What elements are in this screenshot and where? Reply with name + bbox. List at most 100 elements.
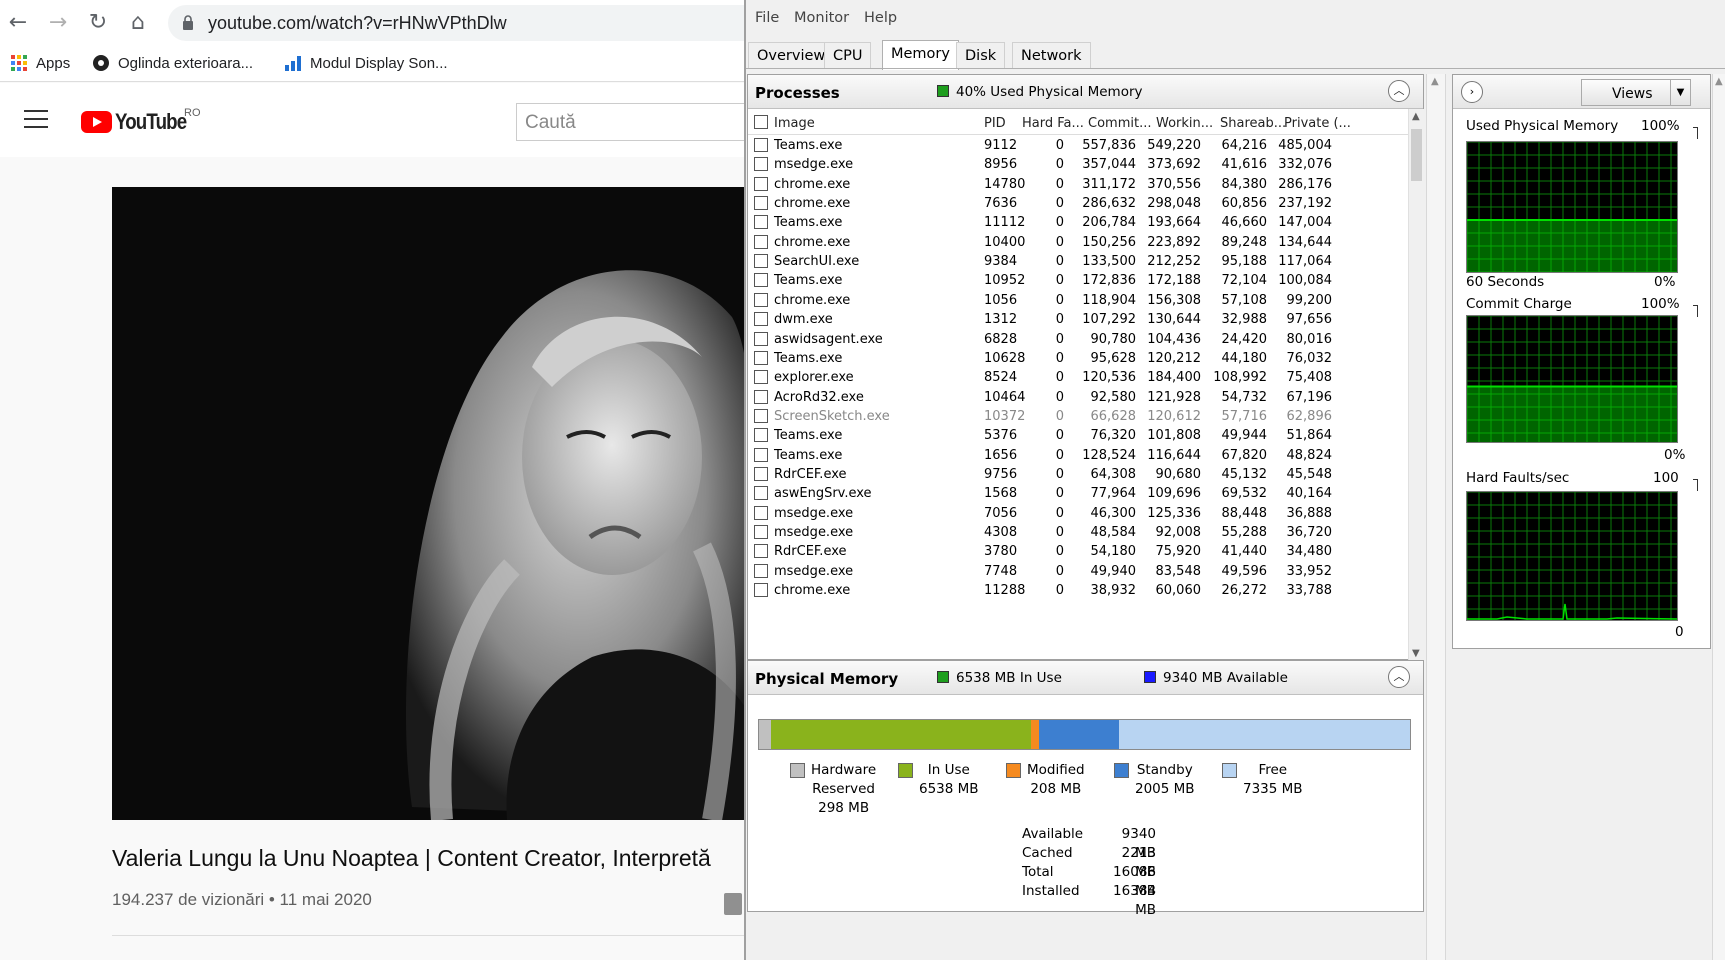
tab-cpu[interactable]: CPU xyxy=(824,42,872,68)
scroll-thumb[interactable] xyxy=(1411,129,1422,181)
table-row[interactable]: Teams.exe 1656 0 128,524 116,644 67,820 48,824 xyxy=(748,445,1408,466)
row-checkbox[interactable] xyxy=(754,486,768,501)
table-row[interactable]: chrome.exe 14780 0 311,172 370,556 84,380 286,… xyxy=(748,174,1408,195)
row-checkbox[interactable] xyxy=(754,254,768,269)
cell-working: 298,048 xyxy=(1147,196,1201,212)
tab-network[interactable]: Network xyxy=(1012,42,1091,68)
processes-scrollbar[interactable]: ▲ ▼ xyxy=(1408,109,1424,661)
row-checkbox[interactable] xyxy=(754,447,768,462)
row-checkbox[interactable] xyxy=(754,544,768,559)
search-input[interactable]: Caută xyxy=(516,103,745,141)
table-row[interactable]: chrome.exe 11288 0 38,932 60,060 26,272 33,788 xyxy=(748,580,1408,601)
table-row[interactable]: Teams.exe 10952 0 172,836 172,188 72,104 100,0… xyxy=(748,270,1408,291)
row-checkbox[interactable] xyxy=(754,583,768,598)
row-checkbox[interactable] xyxy=(754,273,768,288)
row-checkbox[interactable] xyxy=(754,525,768,539)
menu-file[interactable]: File xyxy=(755,10,779,26)
like-icon[interactable] xyxy=(724,893,742,915)
bookmark-oglinda[interactable]: Oglinda exterioara... xyxy=(92,54,253,72)
menu-monitor[interactable]: Monitor xyxy=(794,10,849,26)
column-header[interactable]: Workin... xyxy=(1156,116,1214,131)
row-checkbox[interactable] xyxy=(754,428,768,443)
table-row[interactable]: RdrCEF.exe 9756 0 64,308 90,680 45,132 45,548 xyxy=(748,464,1408,485)
expand-chevron-icon[interactable]: › xyxy=(1461,81,1483,103)
table-row[interactable]: explorer.exe 8524 0 120,536 184,400 108,992 75… xyxy=(748,367,1408,388)
column-header[interactable]: PID xyxy=(984,116,1006,131)
row-checkbox[interactable] xyxy=(754,408,768,423)
hamburger-menu-icon[interactable] xyxy=(24,110,48,128)
table-row[interactable]: chrome.exe 10400 0 150,256 223,892 89,248 134,… xyxy=(748,232,1408,253)
cell-share: 60,856 xyxy=(1221,196,1268,212)
processes-header[interactable]: Processes 40% Used Physical Memory ︿ xyxy=(748,75,1423,109)
table-row[interactable]: RdrCEF.exe 3780 0 54,180 75,920 41,440 34,480 xyxy=(748,541,1408,562)
table-row[interactable]: Teams.exe 5376 0 76,320 101,808 49,944 51,864 xyxy=(748,425,1408,446)
back-arrow-icon[interactable]: ← xyxy=(4,9,32,37)
table-row[interactable]: SearchUI.exe 9384 0 133,500 212,252 95,188 117… xyxy=(748,251,1408,272)
table-row[interactable]: dwm.exe 1312 0 107,292 130,644 32,988 97,656 xyxy=(748,309,1408,330)
cell-share: 88,448 xyxy=(1221,505,1268,521)
bookmark-apps[interactable]: Apps xyxy=(10,54,70,72)
cell-hf: 0 xyxy=(1055,563,1064,579)
row-checkbox[interactable] xyxy=(754,389,768,404)
column-header[interactable]: Commit... xyxy=(1088,116,1151,131)
table-row[interactable]: Teams.exe 11112 0 206,784 193,664 46,660 147,0… xyxy=(748,212,1408,233)
table-row[interactable]: aswidsagent.exe 6828 0 90,780 104,436 24,420 8… xyxy=(748,329,1408,350)
cell-private: 97,656 xyxy=(1286,312,1333,328)
tab-memory[interactable]: Memory xyxy=(882,40,959,70)
row-checkbox[interactable] xyxy=(754,215,768,230)
scroll-up-icon[interactable]: ▲ xyxy=(1715,76,1723,87)
address-bar[interactable]: youtube.com/watch?v=rHNwVPthDlw xyxy=(168,5,745,41)
window-scrollbar[interactable]: ▲ xyxy=(1712,74,1725,960)
row-checkbox[interactable] xyxy=(754,505,768,520)
table-row[interactable]: msedge.exe 7056 0 46,300 125,336 88,448 36,888 xyxy=(748,503,1408,524)
row-checkbox[interactable] xyxy=(754,176,768,191)
cell-private: 237,192 xyxy=(1278,196,1332,212)
collapse-chevron-icon[interactable]: ︿ xyxy=(1388,80,1410,102)
row-checkbox[interactable] xyxy=(754,370,768,385)
cell-image: RdrCEF.exe xyxy=(774,544,847,560)
row-checkbox[interactable] xyxy=(754,563,768,578)
reload-icon[interactable]: ↻ xyxy=(84,9,112,37)
row-checkbox[interactable] xyxy=(754,312,768,327)
youtube-logo[interactable]: YouTube xyxy=(81,109,199,135)
home-icon[interactable]: ⌂ xyxy=(124,9,152,37)
row-checkbox[interactable] xyxy=(754,196,768,211)
select-all-checkbox[interactable] xyxy=(754,115,768,129)
column-header[interactable]: Private (... xyxy=(1284,116,1351,131)
table-row[interactable]: Teams.exe 9112 0 557,836 549,220 64,216 485,00… xyxy=(748,135,1408,156)
bookmark-modul-display[interactable]: Modul Display Son... xyxy=(284,54,448,72)
row-checkbox[interactable] xyxy=(754,157,768,172)
tab-overview[interactable]: Overview xyxy=(748,42,835,68)
scroll-up-icon[interactable]: ▲ xyxy=(1412,111,1420,122)
column-header[interactable]: Shareab... xyxy=(1220,116,1286,131)
scroll-up-icon[interactable]: ▲ xyxy=(1431,76,1439,87)
row-checkbox[interactable] xyxy=(754,234,768,249)
table-row[interactable]: chrome.exe 1056 0 118,904 156,308 57,108 99,20… xyxy=(748,290,1408,311)
row-checkbox[interactable] xyxy=(754,138,768,152)
scroll-down-icon[interactable]: ▼ xyxy=(1412,648,1420,659)
cell-share: 57,716 xyxy=(1221,408,1268,424)
table-row[interactable]: msedge.exe 4308 0 48,584 92,008 55,288 36,720 xyxy=(748,522,1408,543)
table-row[interactable]: msedge.exe 8956 0 357,044 373,692 41,616 332,0… xyxy=(748,154,1408,175)
column-header[interactable]: Image xyxy=(774,116,815,131)
table-row[interactable]: chrome.exe 7636 0 286,632 298,048 60,856 237,1… xyxy=(748,193,1408,214)
collapse-chevron-icon[interactable]: ︿ xyxy=(1388,666,1410,688)
table-row[interactable]: aswEngSrv.exe 1568 0 77,964 109,696 69,532 40,… xyxy=(748,483,1408,504)
video-player[interactable] xyxy=(112,187,745,820)
panels-scrollbar[interactable]: ▲ xyxy=(1426,74,1446,960)
table-row[interactable]: msedge.exe 7748 0 49,940 83,548 49,596 33,952 xyxy=(748,561,1408,582)
row-checkbox[interactable] xyxy=(754,331,768,346)
physical-memory-header[interactable]: Physical Memory 6538 MB In Use 9340 MB A… xyxy=(748,661,1423,695)
table-row[interactable]: AcroRd32.exe 10464 0 92,580 121,928 54,732 67,… xyxy=(748,387,1408,408)
row-checkbox[interactable] xyxy=(754,466,768,481)
row-checkbox[interactable] xyxy=(754,292,768,307)
forward-arrow-icon[interactable]: → xyxy=(44,9,72,37)
views-dropdown[interactable]: Views ▼ xyxy=(1581,79,1691,106)
column-header[interactable]: Hard Fa... xyxy=(1022,116,1084,131)
table-row[interactable]: ScreenSketch.exe 10372 0 66,628 120,612 57,71… xyxy=(748,406,1408,427)
menu-help[interactable]: Help xyxy=(864,10,897,26)
row-checkbox[interactable] xyxy=(754,350,768,365)
table-row[interactable]: Teams.exe 10628 0 95,628 120,212 44,180 76,032 xyxy=(748,348,1408,369)
cell-image: chrome.exe xyxy=(774,234,851,250)
tab-disk[interactable]: Disk xyxy=(956,42,1006,68)
